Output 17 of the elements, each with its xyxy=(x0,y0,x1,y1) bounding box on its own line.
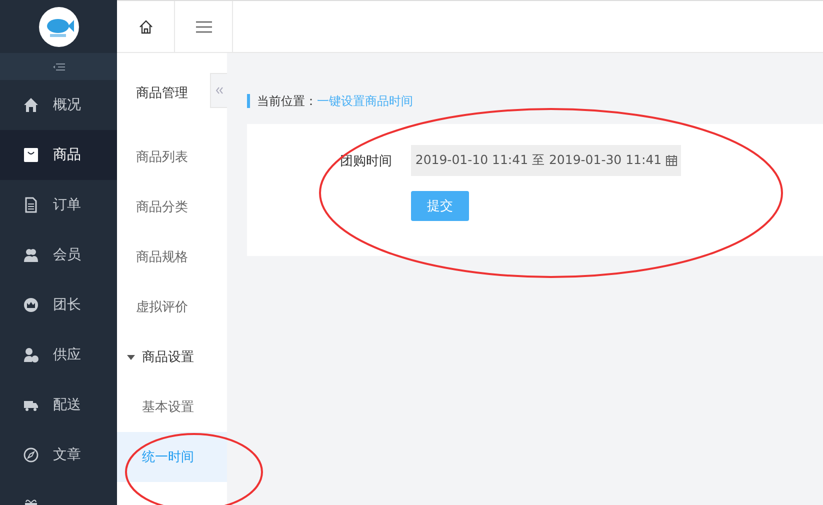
sidebar-item[interactable]: 订单 xyxy=(0,180,117,230)
submenu-group[interactable]: 商品设置 xyxy=(117,332,227,382)
sidebar-item[interactable]: 会员 xyxy=(0,230,117,280)
submenu-item[interactable]: 虚拟评价 xyxy=(117,282,227,332)
breadcrumb-label: 当前位置： xyxy=(257,92,317,110)
submenu-title: 商品管理 xyxy=(135,85,188,103)
sidebar-item[interactable]: 团长 xyxy=(0,280,117,330)
submenu-item[interactable]: 商品规格 xyxy=(117,232,227,282)
submenu-item[interactable]: 商品分类 xyxy=(117,182,227,232)
sidebar-item[interactable]: 供应 xyxy=(0,330,117,380)
submenu-item[interactable]: 基本设置 xyxy=(117,382,227,432)
sidebar-item[interactable]: 概况 xyxy=(0,80,117,130)
date-range-field[interactable]: 2019-01-10 11:41 至 2019-01-30 11:41 xyxy=(411,145,681,176)
sidebar-item[interactable]: 配送 xyxy=(0,380,117,430)
sidebar-item[interactable]: 文章 xyxy=(0,430,117,480)
sidebar-item[interactable]: 商品 xyxy=(0,130,117,180)
submenu-item[interactable]: 商品列表 xyxy=(117,132,227,182)
